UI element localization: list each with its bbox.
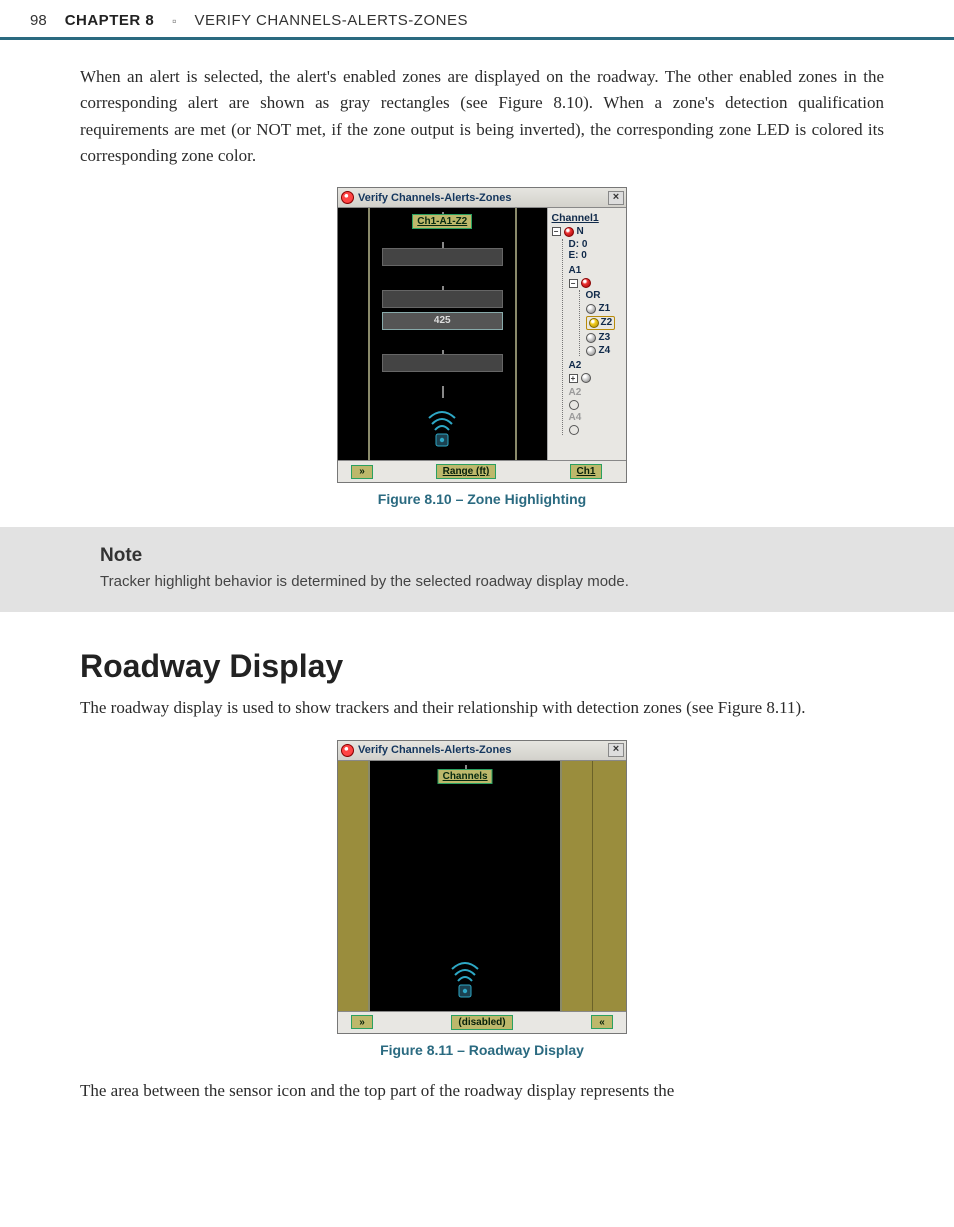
tree-z2: Z2 [601,317,613,328]
figure-8-10-caption: Figure 8.10 – Zone Highlighting [80,491,884,507]
roadway-display: Channels [338,761,592,1011]
tree-z3[interactable]: Z3 [599,332,611,343]
collapse-icon[interactable]: − [552,227,561,236]
range-value: 425 [383,315,502,326]
led-icon [581,373,591,383]
zone-highlight[interactable]: Z2 [586,316,616,330]
figure-8-11-caption: Figure 8.11 – Roadway Display [80,1042,884,1058]
led-icon [586,304,596,314]
disabled-button[interactable]: (disabled) [451,1015,512,1030]
collapse-icon[interactable]: − [569,279,578,288]
range-button[interactable]: Range (ft) [436,464,497,479]
close-icon[interactable]: × [608,743,624,757]
tree-z1[interactable]: Z1 [599,303,611,314]
roadway-paragraph: The roadway display is used to show trac… [80,695,884,721]
app-icon [341,191,354,204]
chapter-separator: ▫ [172,14,176,28]
sensor-icon [448,961,482,1001]
led-yellow-icon [589,318,599,328]
channel-button[interactable]: Ch1 [570,464,603,479]
tree-or: OR [586,290,623,301]
section-heading-roadway-display: Roadway Display [80,648,884,685]
verify-window-8-10: Verify Channels-Alerts-Zones × [337,187,627,483]
window-title: Verify Channels-Alerts-Zones [358,744,511,756]
led-red-icon [581,278,591,288]
verify-window-8-11: Verify Channels-Alerts-Zones × Channels [337,740,627,1034]
tree-a4-disabled: A4 [569,412,582,423]
window-titlebar: Verify Channels-Alerts-Zones × [338,741,626,761]
expand-left-button[interactable]: » [351,1015,373,1029]
tree-a2-disabled: A2 [569,387,582,398]
tree-e: E: 0 [569,250,623,261]
tree-d: D: 0 [569,239,623,250]
window-titlebar: Verify Channels-Alerts-Zones × [338,188,626,208]
channels-chip[interactable]: Channels [438,769,493,784]
led-icon [586,346,596,356]
page-number: 98 [30,12,47,29]
collapse-right-button[interactable]: « [591,1015,613,1029]
led-red-icon [564,227,574,237]
roadway-display: Ch1-A1-Z2 425 [338,208,547,460]
figure-8-11: Verify Channels-Alerts-Zones × Channels [80,740,884,1034]
close-icon[interactable]: × [608,191,624,205]
sensor-icon [425,410,459,450]
note-box: Note Tracker highlight behavior is deter… [0,527,954,612]
window-title: Verify Channels-Alerts-Zones [358,192,511,204]
expand-icon[interactable]: + [569,374,578,383]
figure-8-10: Verify Channels-Alerts-Zones × [80,187,884,483]
tree-a2: A2 [569,360,623,371]
note-title: Note [100,545,884,567]
intro-paragraph: When an alert is selected, the alert's e… [80,64,884,169]
led-icon [586,333,596,343]
page-header: 98 CHAPTER 8 ▫ VERIFY CHANNELS-ALERTS-ZO… [0,0,954,40]
tree-channel-name[interactable]: Channel1 [552,212,623,224]
n-flag: N [577,226,584,237]
chapter-label: CHAPTER 8 [65,12,155,29]
chapter-title: VERIFY CHANNELS-ALERTS-ZONES [194,12,468,29]
tree-a1: A1 [569,265,623,276]
closing-paragraph: The area between the sensor icon and the… [80,1078,884,1104]
led-hollow-icon [569,400,579,410]
breadcrumb-chip[interactable]: Ch1-A1-Z2 [412,214,472,229]
channel-tree: Channel1 − N D: 0 E: 0 A1 − [547,208,626,460]
app-icon [341,744,354,757]
tree-z4[interactable]: Z4 [599,345,611,356]
note-body: Tracker highlight behavior is determined… [100,573,884,590]
expand-left-button[interactable]: » [351,465,373,479]
led-hollow-icon [569,425,579,435]
